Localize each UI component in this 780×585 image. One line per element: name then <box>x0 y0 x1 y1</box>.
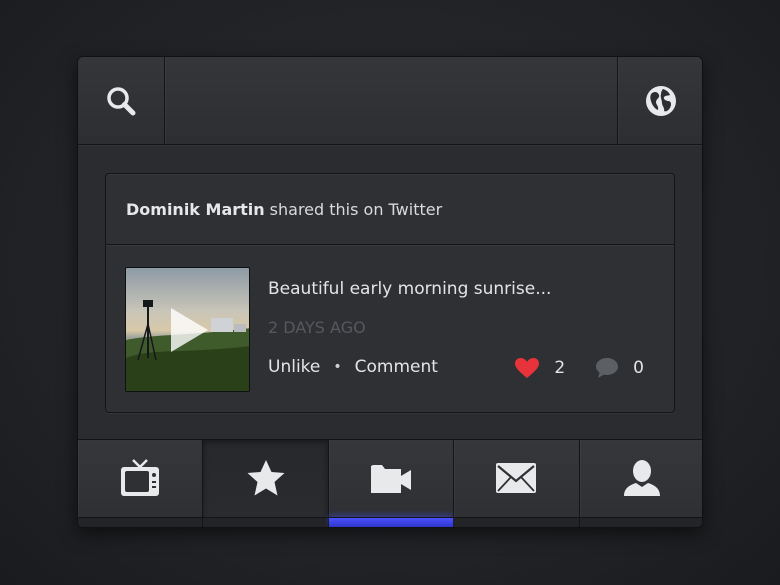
globe-icon <box>646 85 676 116</box>
globe-button[interactable] <box>617 57 702 144</box>
nav-item-videos[interactable] <box>328 440 455 527</box>
unlike-link[interactable]: Unlike <box>268 357 320 377</box>
search-icon <box>107 86 136 115</box>
nav-rail-selected <box>328 517 454 527</box>
nav-item-mail[interactable] <box>454 440 580 527</box>
action-separator: • <box>333 359 342 375</box>
nav-rail <box>454 517 579 527</box>
user-icon <box>623 459 660 496</box>
tv-icon <box>121 458 160 496</box>
nav-item-tv[interactable] <box>78 440 204 527</box>
card-header: Dominik Martin shared this on Twitter <box>106 174 674 245</box>
comment-link[interactable]: Comment <box>355 357 438 377</box>
top-bar-title-area <box>166 57 616 144</box>
nav-item-favorites[interactable] <box>203 440 329 527</box>
nav-rail <box>78 517 203 527</box>
video-thumbnail[interactable] <box>125 267 250 392</box>
top-bar <box>78 57 702 145</box>
heart-icon[interactable] <box>514 357 540 379</box>
shared-text: shared this on Twitter <box>269 199 443 219</box>
mail-icon <box>496 462 537 493</box>
card-body: Beautiful early morning sunrise... 2 DAY… <box>106 245 674 413</box>
star-icon <box>247 459 285 495</box>
search-button[interactable] <box>78 57 165 144</box>
post-stats: 2 0 <box>514 357 644 379</box>
comment-bubble-icon[interactable] <box>595 357 619 379</box>
likes-count: 2 <box>554 358 566 378</box>
video-folder-icon <box>371 464 412 493</box>
nav-rail <box>203 517 328 527</box>
feed-card: Dominik Martin shared this on Twitter Be… <box>105 173 675 413</box>
bottom-nav <box>78 439 702 527</box>
post-text: Beautiful early morning sunrise... <box>268 279 552 299</box>
nav-rail <box>579 517 702 527</box>
nav-item-profile[interactable] <box>579 440 702 527</box>
author-name[interactable]: Dominik Martin <box>126 200 265 219</box>
social-widget: Dominik Martin shared this on Twitter Be… <box>77 56 703 528</box>
comments-count: 0 <box>633 358 644 378</box>
post-timestamp: 2 DAYS AGO <box>268 318 366 337</box>
thumbnail-image <box>126 268 249 391</box>
post-actions: Unlike • Comment <box>268 357 438 377</box>
